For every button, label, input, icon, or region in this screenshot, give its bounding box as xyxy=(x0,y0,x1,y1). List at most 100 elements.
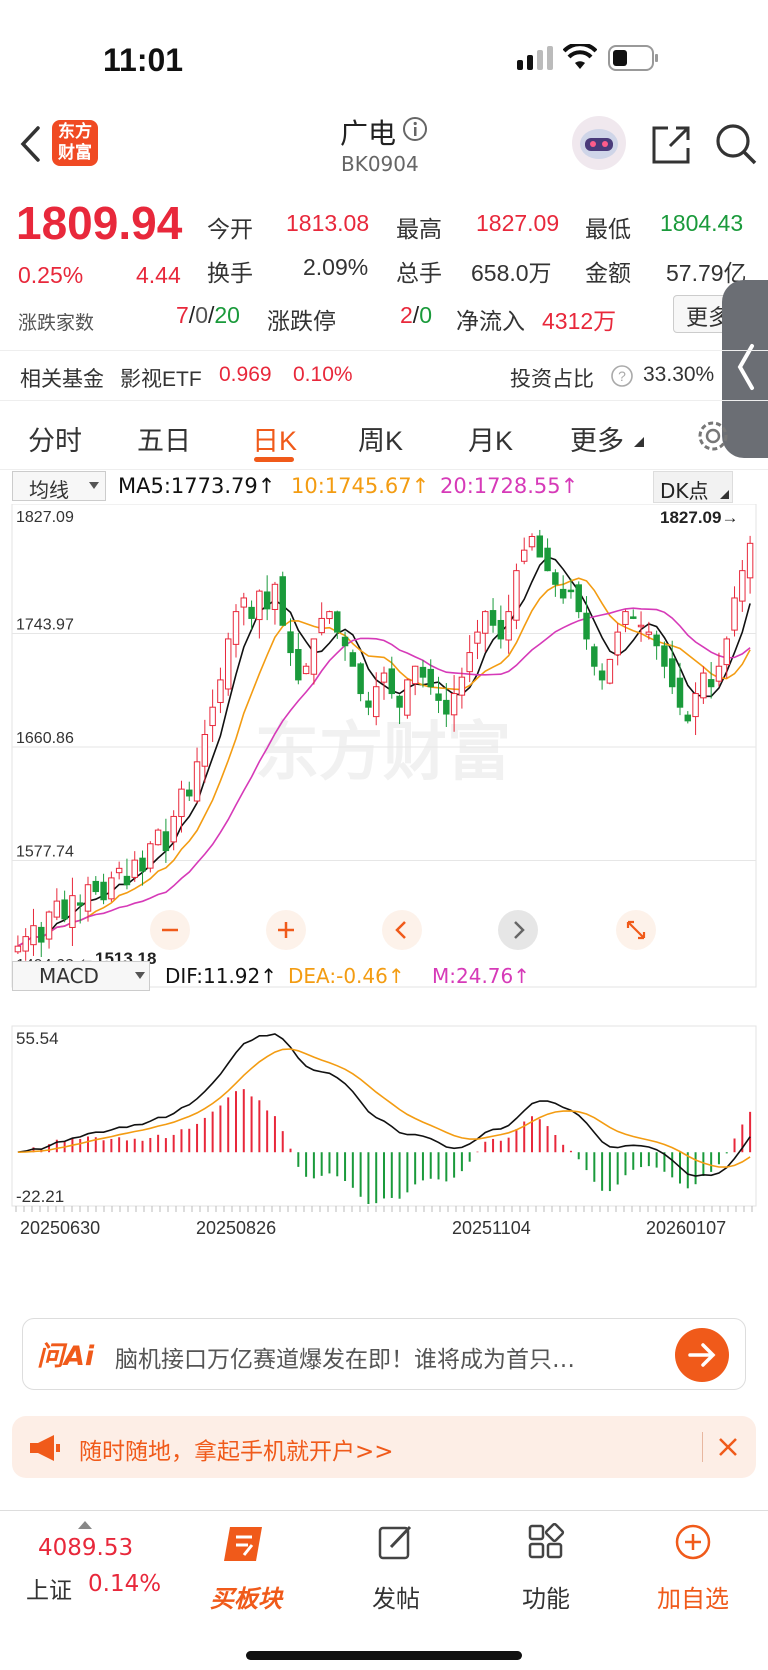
price-tick-label: 1660.86 xyxy=(16,730,74,747)
candle-body xyxy=(240,597,248,608)
last-price: 1809.94 xyxy=(16,197,183,249)
caret-down-icon xyxy=(135,972,145,979)
nav-post[interactable]: 发帖 xyxy=(372,1579,420,1614)
sector-buy-icon[interactable] xyxy=(222,1521,270,1567)
close-icon[interactable] xyxy=(717,1436,739,1458)
candle-body xyxy=(154,829,162,846)
robot-avatar-icon[interactable] xyxy=(570,114,628,172)
candle-body xyxy=(700,672,707,699)
breadth-up: 7 xyxy=(176,302,189,328)
tab-daily-k[interactable]: 日K xyxy=(252,419,297,458)
tab-monthly-k[interactable]: 月K xyxy=(468,419,513,458)
price-tick-label: 1577.74 xyxy=(16,843,74,860)
candle-body xyxy=(637,624,645,628)
high-label: 最高 xyxy=(396,216,442,242)
volume-label: 总手 xyxy=(396,260,442,286)
tab-minute[interactable]: 分时 xyxy=(28,419,82,458)
low-value: 1804.43 xyxy=(660,210,744,236)
dk-point-button[interactable]: DK点 xyxy=(653,471,733,503)
price-tick-label: 1743.97 xyxy=(16,617,74,634)
candle-body xyxy=(676,677,684,708)
zoom-in-button[interactable] xyxy=(266,910,306,950)
candle-body xyxy=(684,714,692,722)
candle-body xyxy=(411,665,419,685)
home-indicator xyxy=(246,1651,522,1660)
turnover-label: 换手 xyxy=(207,260,253,286)
date-tick-label: 20260107 xyxy=(646,1218,726,1238)
status-time: 11:01 xyxy=(103,42,184,78)
nav-buy-sector[interactable]: 买板块 xyxy=(210,1579,282,1614)
macd-histogram xyxy=(24,1089,752,1204)
candle-body xyxy=(427,668,434,688)
candle-body xyxy=(38,926,45,943)
candle-body xyxy=(598,670,606,681)
candle-body xyxy=(45,911,53,940)
candle-body xyxy=(76,902,84,906)
grid-apps-icon[interactable] xyxy=(527,1523,565,1561)
chart-watermark: 东方财富 xyxy=(255,716,511,790)
search-icon[interactable] xyxy=(714,122,758,166)
macd-select-label: MACD xyxy=(39,964,99,988)
candle-body xyxy=(279,576,286,626)
candle-body xyxy=(115,867,123,874)
promo-banner[interactable]: 随时随地，拿起手机就开户>> xyxy=(12,1416,756,1478)
promo-text: 随时随地，拿起手机就开户>> xyxy=(79,1439,394,1465)
add-watchlist-icon[interactable] xyxy=(674,1523,712,1561)
change-amount: 4.44 xyxy=(136,262,181,288)
candle-body xyxy=(178,788,185,818)
edit-post-icon[interactable] xyxy=(377,1523,415,1561)
candle-body xyxy=(746,542,754,579)
open-value: 1813.08 xyxy=(286,210,370,236)
info-icon[interactable] xyxy=(402,116,428,142)
candle-body xyxy=(567,589,575,593)
ma20-label: 20:1728.55↑ xyxy=(440,474,579,498)
share-icon[interactable] xyxy=(650,124,692,166)
pan-right-button[interactable] xyxy=(498,910,538,950)
candle-body xyxy=(84,884,92,912)
candle-body xyxy=(349,652,357,667)
ai-search-bar[interactable]: 问Ai 脑机接口万亿赛道爆发在即！谁将成为首只… xyxy=(22,1318,746,1390)
expand-icon xyxy=(626,920,646,940)
tab-five-day[interactable]: 五日 xyxy=(137,419,191,458)
nav-add-watch[interactable]: 加自选 xyxy=(657,1579,729,1614)
limit-down: 0 xyxy=(419,302,432,328)
nav-functions[interactable]: 功能 xyxy=(522,1579,570,1614)
ma-select-label: 均线 xyxy=(29,478,69,502)
candle-body xyxy=(520,549,528,562)
candle-body xyxy=(30,925,37,946)
candle-body xyxy=(209,706,216,727)
candle-body xyxy=(450,693,458,716)
gear-icon[interactable] xyxy=(696,419,730,453)
related-fund-row[interactable]: 相关基金 影视ETF 0.969 0.10% 投资占比 ? 33.30% xyxy=(0,350,768,400)
tab-weekly-k[interactable]: 周K xyxy=(358,419,403,458)
macd-select[interactable]: MACD xyxy=(12,961,150,991)
candle-body xyxy=(217,679,224,703)
candle-body xyxy=(583,612,590,640)
pan-left-button[interactable] xyxy=(382,910,422,950)
candle-body xyxy=(692,693,699,718)
back-arrow-icon[interactable] xyxy=(18,124,42,164)
ma-select[interactable]: 均线 xyxy=(12,471,106,502)
fullscreen-button[interactable] xyxy=(616,910,656,950)
plus-icon xyxy=(278,922,294,938)
kline-svg[interactable]: 东方财富 1827.091743.971660.861577.741494.62… xyxy=(0,504,768,1304)
candle-body xyxy=(53,900,61,918)
candle-body xyxy=(645,631,653,635)
candle-body xyxy=(622,611,629,625)
candle-body xyxy=(552,572,559,585)
arrow-right-icon xyxy=(688,1343,716,1367)
candle-body xyxy=(466,652,473,673)
promo-divider xyxy=(702,1432,703,1462)
candle-body xyxy=(365,700,372,708)
zoom-out-button[interactable] xyxy=(150,910,190,950)
index-value[interactable]: 4089.53 xyxy=(38,1535,133,1561)
ai-go-button[interactable] xyxy=(675,1328,729,1382)
tab-more[interactable]: 更多 xyxy=(570,419,624,458)
help-icon[interactable]: ? xyxy=(610,364,634,388)
svg-text:?: ? xyxy=(618,368,626,384)
candle-body xyxy=(69,895,76,928)
candle-body xyxy=(232,611,240,645)
turnover-value: 2.09% xyxy=(303,254,369,280)
candle-body xyxy=(341,636,349,647)
low-label: 最低 xyxy=(585,216,631,242)
